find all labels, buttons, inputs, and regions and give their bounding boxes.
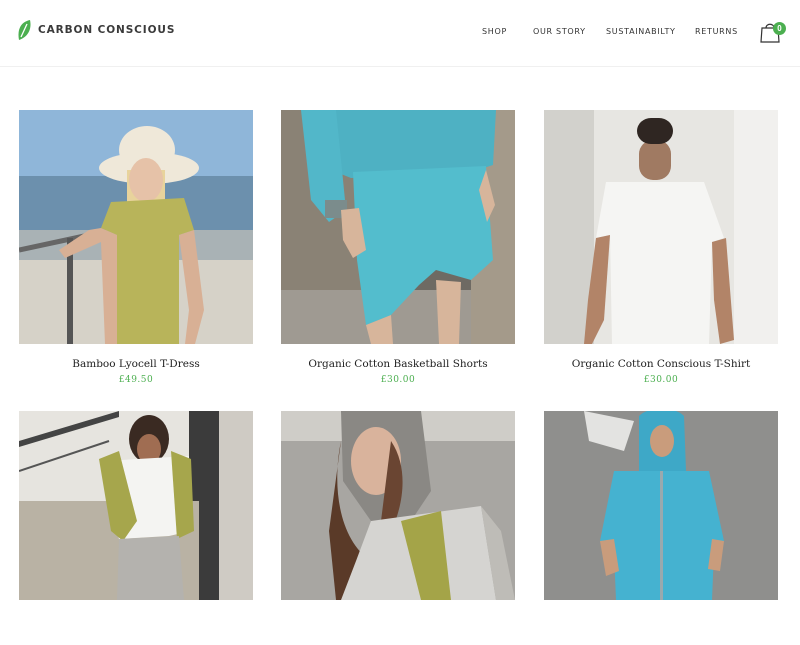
product-image[interactable] [19, 411, 253, 645]
nav-item-shop[interactable]: SHOP [482, 27, 507, 36]
product-title[interactable]: Organic Cotton Conscious T-Shirt [544, 358, 778, 370]
main-nav: SHOP OUR STORY SUSTAINABILTY RETURNS [0, 27, 800, 41]
product-title[interactable]: Organic Cotton Basketball Shorts [281, 358, 515, 370]
product-image[interactable] [544, 110, 778, 344]
product-image[interactable] [544, 411, 778, 645]
nav-item-returns[interactable]: RETURNS [695, 27, 738, 36]
product-image[interactable] [281, 411, 515, 645]
product-image[interactable] [19, 110, 253, 344]
product-price: £49.50 [118, 375, 154, 385]
nav-item-sustainability[interactable]: SUSTAINABILTY [606, 27, 676, 36]
product-price: £30.00 [643, 375, 679, 385]
cart-button[interactable]: 0 [759, 21, 787, 45]
nav-item-our-story[interactable]: OUR STORY [533, 27, 586, 36]
product-price: £30.00 [380, 375, 416, 385]
site-header: Carbon Conscious SHOP OUR STORY SUSTAINA… [0, 0, 800, 67]
product-image[interactable] [281, 110, 515, 344]
product-title[interactable]: Bamboo Lyocell T-Dress [19, 358, 253, 370]
cart-count-badge: 0 [773, 22, 786, 35]
